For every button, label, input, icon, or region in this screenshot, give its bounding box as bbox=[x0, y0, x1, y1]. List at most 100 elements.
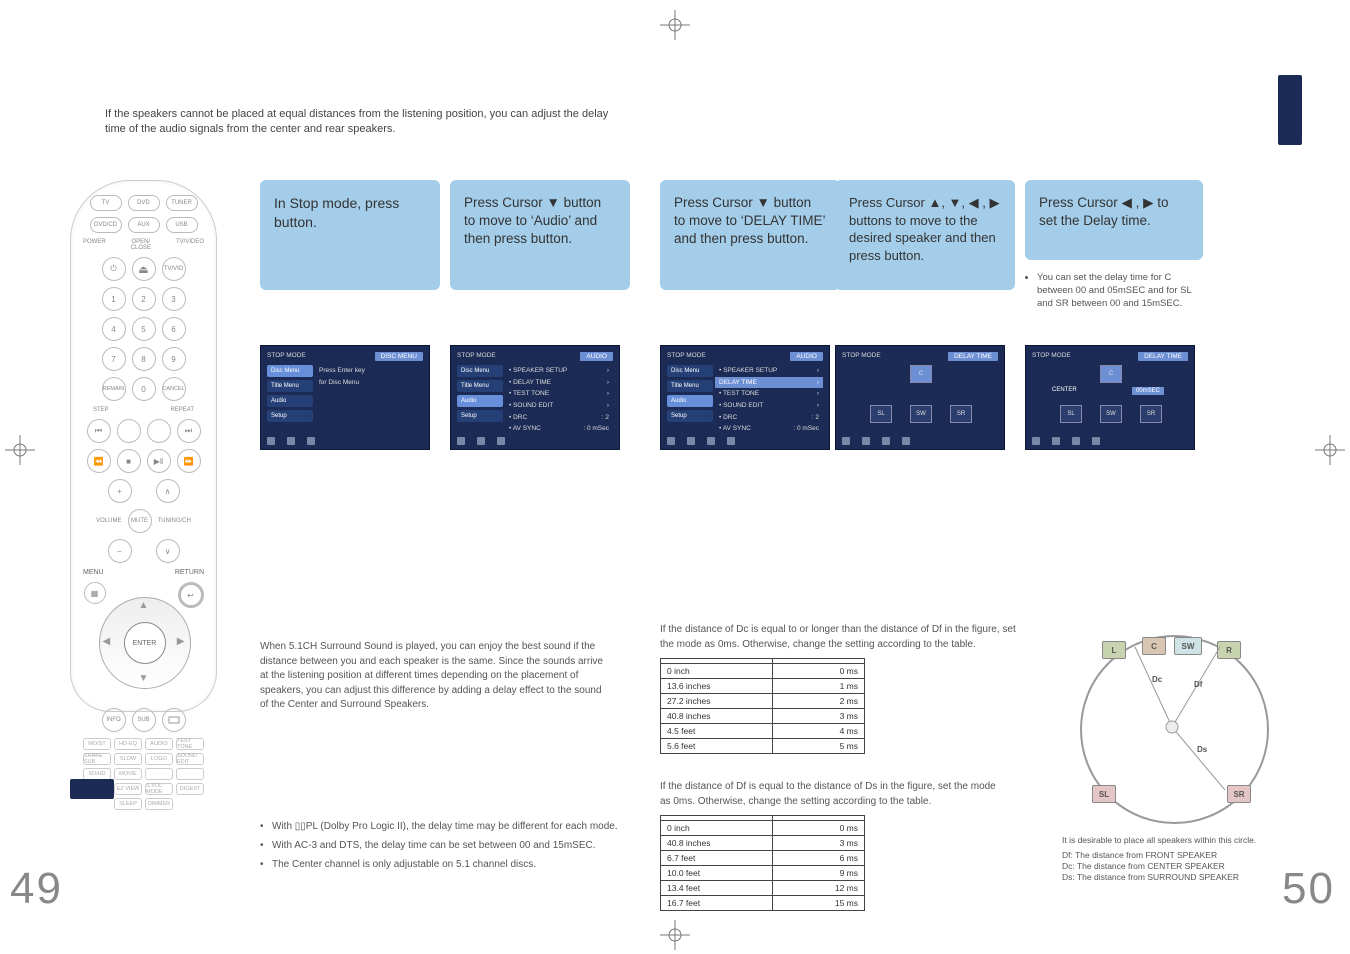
speaker-sr: SR bbox=[950, 405, 972, 423]
speaker-sl: SL bbox=[870, 405, 892, 423]
crop-mark-icon bbox=[5, 435, 35, 465]
mini-btn: DIMMER bbox=[145, 798, 173, 810]
table-cell: 0 inch bbox=[661, 821, 773, 836]
remote-open-label: OPEN/ CLOSE bbox=[131, 239, 151, 251]
osd-row-val: : 0 mSec bbox=[583, 423, 609, 435]
table-cell: 1 ms bbox=[773, 679, 865, 694]
diagram-caption: It is desirable to place all speakers wi… bbox=[1062, 835, 1292, 846]
osd-row: • SPEAKER SETUP bbox=[719, 365, 777, 377]
step2-osd: STOP MODEAUDIO Disc Menu Title Menu Audi… bbox=[450, 345, 620, 450]
step3-box: Press Cursor ▼ button to move to ‘DELAY … bbox=[660, 180, 840, 290]
osd-row: • AV SYNC bbox=[719, 423, 751, 435]
osd-title: DELAY TIME bbox=[1138, 352, 1188, 361]
mini-btn: SLOW bbox=[114, 753, 142, 765]
speaker-sw: SW bbox=[1100, 405, 1122, 423]
repeat-icon bbox=[147, 419, 171, 443]
menu-icon: ▦ bbox=[84, 582, 106, 604]
num-5: 5 bbox=[132, 317, 156, 341]
table-cell: 5 ms bbox=[773, 739, 865, 754]
mini-btn: LOGO bbox=[145, 753, 173, 765]
osd-mode: STOP MODE bbox=[842, 352, 881, 361]
table-cell: 16.7 feet bbox=[661, 896, 773, 911]
vol-label: VOLUME bbox=[96, 518, 121, 524]
osd-mode: STOP MODE bbox=[267, 352, 306, 361]
rear-table-block: If the distance of Df is equal to the di… bbox=[660, 780, 1030, 911]
stop-icon-btn: ■ bbox=[117, 449, 141, 473]
remote-bottom-grid: MO/ST HD-EQ AUDIO TEST TONE SHAKE SUB SL… bbox=[71, 738, 216, 810]
mini-btn: SHAKE SUB bbox=[83, 753, 111, 765]
crop-mark-icon bbox=[660, 920, 690, 950]
table-cell: 13.4 feet bbox=[661, 881, 773, 896]
table-cell: 4 ms bbox=[773, 724, 865, 739]
remote-power-label: POWER bbox=[83, 239, 106, 251]
step5-text: Press Cursor ◀ , ▶ to set the Delay time… bbox=[1039, 195, 1169, 228]
remote-tvvideo-label: TV/VIDEO bbox=[176, 239, 204, 251]
osd-tab: Audio bbox=[457, 395, 503, 407]
osd-row-val: : 2 bbox=[812, 412, 819, 424]
osd-tab: Setup bbox=[667, 410, 713, 422]
osd-tab: Title Menu bbox=[667, 380, 713, 392]
speaker-c-selected: C bbox=[1100, 365, 1122, 383]
remote-illustration: TV DVD TUNER DVD/CD AUX USB POWER OPEN/ … bbox=[70, 180, 217, 712]
bullet-item: The Center channel is only adjustable on… bbox=[260, 856, 640, 873]
dsp-icon bbox=[162, 708, 186, 732]
table-cell: 40.8 inches bbox=[661, 709, 773, 724]
table-cell: 2 ms bbox=[773, 694, 865, 709]
step4-osd: STOP MODEDELAY TIME C SL SW SR bbox=[835, 345, 1005, 450]
center-value: 00mSEC bbox=[1132, 387, 1164, 395]
osd-tab: Setup bbox=[457, 410, 503, 422]
osd-row: • SOUND EDIT bbox=[719, 400, 763, 412]
table-cell: 3 ms bbox=[773, 709, 865, 724]
center-delay-table: 0 inch0 ms 13.6 inches1 ms 27.2 inches2 … bbox=[660, 658, 865, 754]
speaker-sw: SW bbox=[910, 405, 932, 423]
eject-icon: ⏏ bbox=[132, 257, 156, 281]
rear-intro: If the distance of Df is equal to the di… bbox=[660, 780, 1000, 809]
note-bar-icon bbox=[70, 779, 114, 799]
speaker-sl: SL bbox=[1060, 405, 1082, 423]
osd-tab: Title Menu bbox=[457, 380, 503, 392]
remain-btn: REMAIN bbox=[102, 377, 126, 401]
osd-tab: Title Menu bbox=[267, 380, 313, 392]
osd-row: • TEST TONE bbox=[509, 388, 549, 400]
mini-btn: TEST TONE bbox=[176, 738, 204, 750]
table-cell: 40.8 inches bbox=[661, 836, 773, 851]
page-number-right: 50 bbox=[1282, 864, 1335, 914]
num-8: 8 bbox=[132, 347, 156, 371]
section-tab-icon bbox=[1278, 75, 1302, 145]
rear-delay-table: 0 inch0 ms 40.8 inches3 ms 6.7 feet6 ms … bbox=[660, 815, 865, 911]
osd-mode: STOP MODE bbox=[667, 352, 706, 361]
tune-label: TUNING/CH bbox=[158, 518, 191, 524]
info-btn: INFO bbox=[102, 708, 126, 732]
table-cell: 4.5 feet bbox=[661, 724, 773, 739]
crop-mark-icon bbox=[660, 10, 690, 40]
power-icon: ⏻ bbox=[102, 257, 126, 281]
crop-mark-icon bbox=[1315, 435, 1345, 465]
step1-box: In Stop mode, press button. bbox=[260, 180, 440, 290]
cursor-left-icon: ◀ bbox=[103, 636, 111, 647]
osd-title: AUDIO bbox=[580, 352, 613, 361]
ch-down-icon: ∨ bbox=[156, 539, 180, 563]
remote-aux-btn: AUX bbox=[128, 217, 160, 233]
mini-btn: MO/ST bbox=[83, 738, 111, 750]
bullet-item: With AC-3 and DTS, the delay time can be… bbox=[260, 837, 640, 854]
center-label: CENTER bbox=[1052, 387, 1077, 393]
num-7: 7 bbox=[102, 347, 126, 371]
step4-text: Press Cursor ▲, ▼, ◀ , ▶ buttons to move… bbox=[849, 195, 999, 263]
repeat-label: REPEAT bbox=[170, 407, 194, 413]
osd-tab: Audio bbox=[667, 395, 713, 407]
num-6: 6 bbox=[162, 317, 186, 341]
step5-osd: STOP MODEDELAY TIME C CENTER 00mSEC SL S… bbox=[1025, 345, 1195, 450]
osd-row: • DELAY TIME bbox=[509, 377, 551, 389]
table-cell: 6.7 feet bbox=[661, 851, 773, 866]
mini-btn: MOVIE bbox=[114, 768, 142, 780]
step5-note: You can set the delay time for C between… bbox=[1025, 270, 1205, 312]
osd-row: • SPEAKER SETUP bbox=[509, 365, 567, 377]
cursor-down-icon: ▼ bbox=[139, 673, 149, 684]
surround-paragraph: When 5.1CH Surround Sound is played, you… bbox=[260, 640, 605, 713]
osd-row: • SOUND EDIT bbox=[509, 400, 553, 412]
table-cell: 6 ms bbox=[773, 851, 865, 866]
diagram-legend: Ds: The distance from SURROUND SPEAKER bbox=[1062, 872, 1292, 883]
mini-btn bbox=[176, 768, 204, 780]
remote-tv-btn: TV bbox=[90, 195, 122, 211]
osd-row: • DRC bbox=[719, 412, 737, 424]
